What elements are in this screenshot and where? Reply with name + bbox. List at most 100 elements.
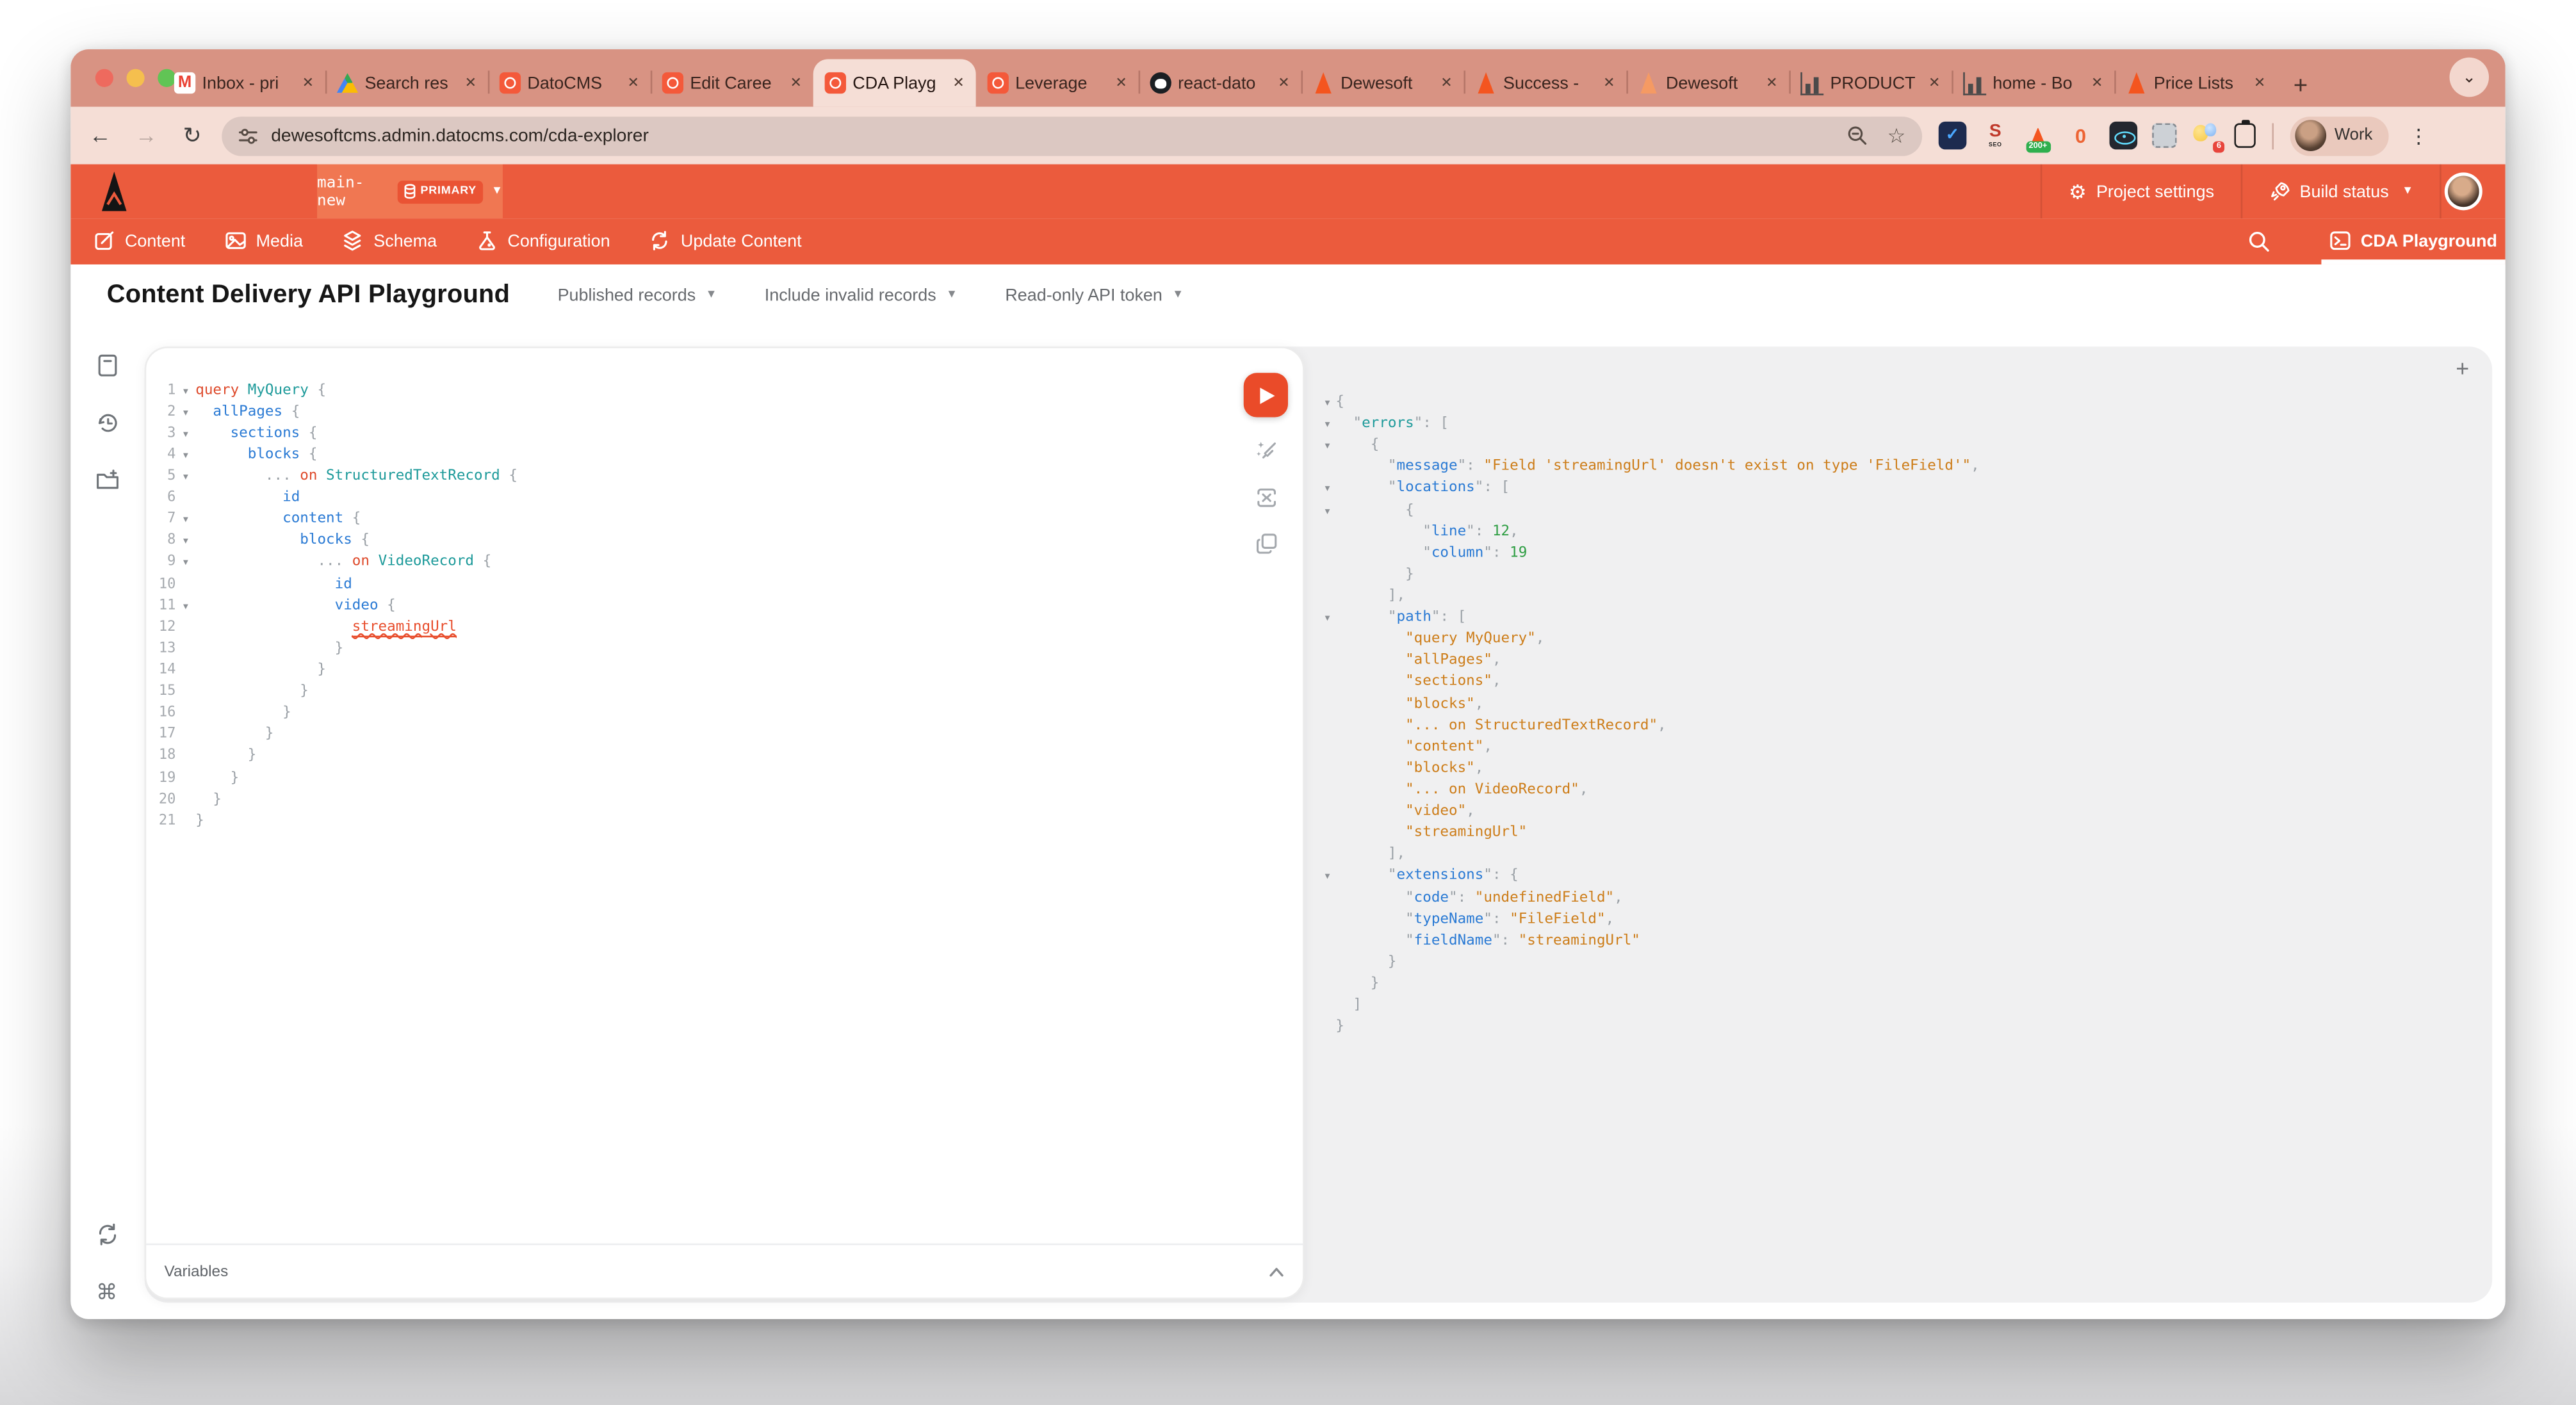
code-text: "line": 12,: [1335, 523, 1518, 540]
tab-cda-playground[interactable]: CDA Playground: [2321, 218, 2505, 264]
search-button[interactable]: [2247, 218, 2270, 264]
query-editor[interactable]: 1▾query MyQuery {2▾ allPages {3▾ section…: [145, 346, 1305, 1299]
fold-arrow-icon[interactable]: ▾: [175, 534, 195, 548]
tab-close-icon[interactable]: ✕: [1440, 74, 1452, 92]
profile-chip[interactable]: Work: [2290, 116, 2389, 156]
new-tab-button[interactable]: +: [2294, 74, 2308, 98]
code-line: }: [1319, 952, 1980, 973]
project-settings-button[interactable]: ⚙ Project settings: [2041, 165, 2240, 219]
environment-switcher[interactable]: main-new PRIMARY ▼: [317, 165, 503, 219]
fold-arrow-icon[interactable]: ▾: [175, 513, 195, 526]
merge-fragments-icon[interactable]: [1255, 486, 1278, 509]
code-text: "extensions": {: [1335, 868, 1518, 885]
clipboard-extension-icon[interactable]: [2234, 123, 2255, 147]
filter-api-token[interactable]: Read-only API token ▼: [1005, 285, 1184, 305]
tab-close-icon[interactable]: ✕: [2091, 74, 2103, 92]
tab-close-icon[interactable]: ✕: [465, 74, 477, 92]
back-icon[interactable]: ←: [84, 123, 117, 147]
fold-arrow-icon[interactable]: ▾: [175, 448, 195, 462]
code-text: allPages {: [195, 403, 300, 420]
fold-arrow-icon[interactable]: ▾: [1319, 612, 1336, 625]
filter-include-invalid-records[interactable]: Include invalid records ▼: [765, 285, 958, 305]
tab-close-icon[interactable]: ✕: [1603, 74, 1615, 92]
tab-close-icon[interactable]: ✕: [2254, 74, 2265, 92]
browser-tab[interactable]: PRODUCT✕: [1789, 59, 1952, 106]
lightbulb-extension-icon[interactable]: 6: [2192, 122, 2220, 150]
nav-item-configuration[interactable]: Configuration: [477, 231, 610, 252]
fold-arrow-icon[interactable]: ▾: [1319, 396, 1336, 409]
tab-close-icon[interactable]: ✕: [628, 74, 639, 92]
browser-tab[interactable]: DatoCMS✕: [488, 59, 651, 106]
dewesoft-logo[interactable]: [92, 169, 136, 213]
collapse-chevron-icon[interactable]: [1268, 1265, 1285, 1277]
browser-tab[interactable]: Dewesoft✕: [1301, 59, 1464, 106]
nav-item-content[interactable]: Content: [94, 231, 185, 252]
browser-menu-icon[interactable]: ⋮: [2409, 124, 2429, 147]
nav-item-schema[interactable]: Schema: [343, 231, 437, 252]
keyboard-shortcuts-icon[interactable]: ⌘: [90, 1276, 123, 1309]
gear-icon: ⚙: [2069, 181, 2087, 201]
close-window-icon[interactable]: [95, 69, 113, 87]
user-avatar[interactable]: [2445, 172, 2482, 210]
fold-arrow-icon[interactable]: ▾: [175, 405, 195, 419]
tab-close-icon[interactable]: ✕: [302, 74, 314, 92]
fold-spacer: [1319, 638, 1336, 640]
nav-item-update-content[interactable]: Update Content: [649, 231, 801, 252]
check-app-extension-icon[interactable]: [1939, 122, 1967, 150]
zero-extension-icon[interactable]: 0: [2067, 122, 2095, 150]
tab-close-icon[interactable]: ✕: [1766, 74, 1777, 92]
browser-tab[interactable]: Search res✕: [325, 59, 488, 106]
react-extension-icon[interactable]: [2110, 122, 2138, 150]
browser-tab[interactable]: home - Bo✕: [1952, 59, 2114, 106]
tab-close-icon[interactable]: ✕: [1278, 74, 1289, 92]
browser-tab[interactable]: Success -✕: [1463, 59, 1626, 106]
dewesoft-ext-extension-icon[interactable]: 200+: [2024, 122, 2052, 150]
browser-tab[interactable]: react-dato✕: [1139, 59, 1301, 106]
fold-arrow-icon[interactable]: ▾: [175, 556, 195, 569]
fold-arrow-icon[interactable]: ▾: [175, 470, 195, 483]
seo-extension-icon[interactable]: SSEO: [1981, 122, 2009, 150]
reload-icon[interactable]: ↻: [175, 122, 208, 149]
browser-tab[interactable]: Inbox - pri✕: [163, 59, 325, 106]
prettify-icon[interactable]: [1255, 439, 1278, 462]
docs-icon[interactable]: [90, 348, 123, 381]
browser-tab[interactable]: Leverage✕: [976, 59, 1139, 106]
refresh-schema-icon[interactable]: [90, 1217, 123, 1250]
nav-item-media[interactable]: Media: [225, 231, 303, 252]
fold-arrow-icon[interactable]: ▾: [1319, 482, 1336, 496]
fold-arrow-icon[interactable]: ▾: [175, 599, 195, 612]
folder-plus-icon[interactable]: [90, 463, 123, 496]
filter-published-records[interactable]: Published records ▼: [558, 285, 717, 305]
site-settings-icon[interactable]: [238, 126, 258, 145]
fold-arrow-icon[interactable]: ▾: [1319, 439, 1336, 453]
code-line: "content",: [1319, 736, 1980, 758]
tab-close-icon[interactable]: ✕: [1928, 74, 1940, 92]
zoom-out-icon[interactable]: [1846, 125, 1868, 146]
fold-arrow-icon[interactable]: ▾: [1319, 870, 1336, 883]
copy-icon[interactable]: [1255, 532, 1278, 555]
build-status-button[interactable]: Build status ▼: [2240, 165, 2440, 219]
tab-close-icon[interactable]: ✕: [790, 74, 801, 92]
run-query-button[interactable]: [1244, 373, 1288, 417]
history-icon[interactable]: [90, 406, 123, 439]
browser-tab[interactable]: Price Lists✕: [2114, 59, 2277, 106]
add-tab-icon[interactable]: +: [2456, 357, 2469, 380]
url-text[interactable]: dewesoftcms.admin.datocms.com/cda-explor…: [271, 126, 649, 145]
user-menu[interactable]: [2440, 165, 2506, 219]
minimize-window-icon[interactable]: [127, 69, 145, 87]
address-bar[interactable]: dewesoftcms.admin.datocms.com/cda-explor…: [222, 116, 1922, 156]
browser-tab[interactable]: Edit Caree✕: [651, 59, 813, 106]
tab-close-icon[interactable]: ✕: [952, 74, 964, 92]
fold-arrow-icon[interactable]: ▾: [175, 426, 195, 440]
fold-arrow-icon[interactable]: ▾: [1319, 503, 1336, 517]
browser-tab[interactable]: CDA Playg✕: [813, 59, 976, 106]
screenshot-extension-icon[interactable]: [2152, 123, 2176, 147]
variables-bar[interactable]: Variables: [146, 1244, 1303, 1298]
browser-tab[interactable]: Dewesoft✕: [1626, 59, 1789, 106]
tab-search-chevron-icon[interactable]: ⌄: [2449, 58, 2489, 97]
forward-icon[interactable]: →: [130, 123, 163, 147]
tab-close-icon[interactable]: ✕: [1115, 74, 1127, 92]
fold-arrow-icon[interactable]: ▾: [1319, 418, 1336, 431]
bookmark-star-icon[interactable]: ☆: [1887, 123, 1906, 147]
fold-arrow-icon[interactable]: ▾: [175, 384, 195, 397]
